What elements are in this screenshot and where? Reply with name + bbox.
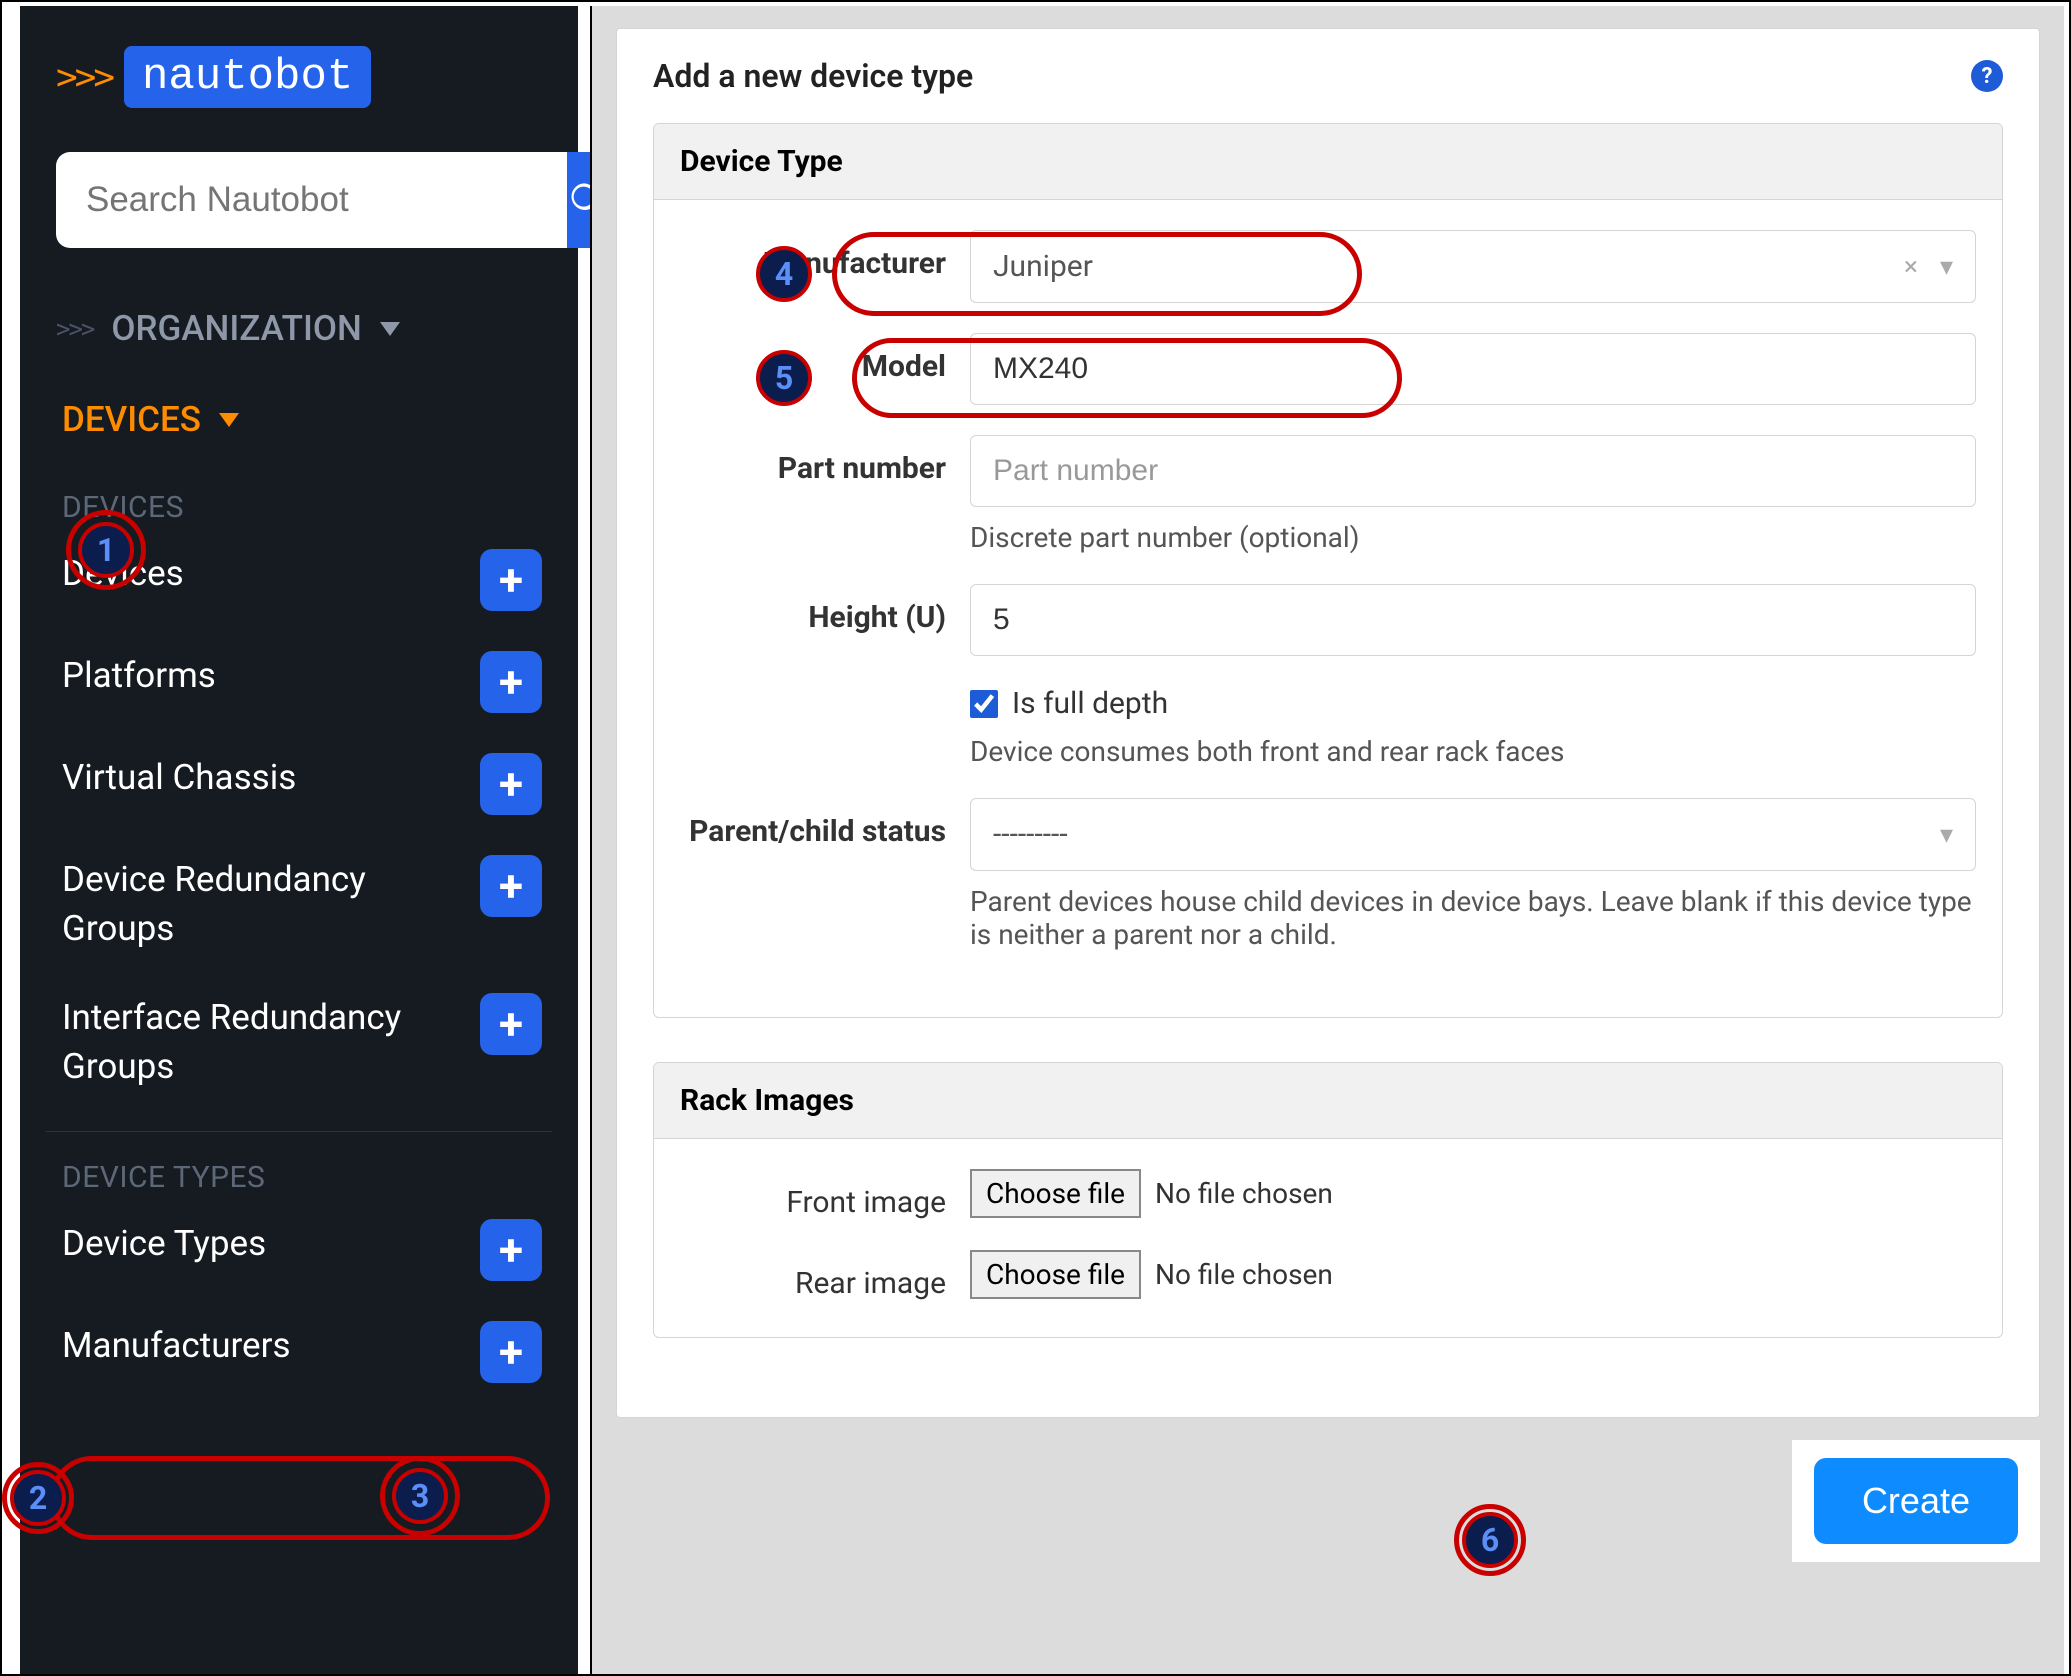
sidebar-item-interface-redundancy-groups[interactable]: Interface Redundancy Groups + xyxy=(62,993,542,1091)
panel-rack-images: Rack Images Front image Choose file No f… xyxy=(653,1062,2003,1338)
help-icon[interactable]: ? xyxy=(1971,60,2003,92)
sidebar-subheading-device-types: DEVICE TYPES xyxy=(62,1160,542,1195)
sidebar-item-label: Manufacturers xyxy=(62,1321,291,1370)
choose-file-button[interactable]: Choose file xyxy=(970,1169,1141,1218)
search-input[interactable] xyxy=(56,152,567,248)
select-value: --------- xyxy=(993,817,1068,852)
sidebar-item-device-redundancy-groups[interactable]: Device Redundancy Groups + xyxy=(62,855,542,953)
field-label: Front image xyxy=(680,1169,970,1220)
chevrons-icon: >>> xyxy=(56,315,93,343)
field-label: Part number xyxy=(680,435,970,486)
checkbox-label: Is full depth xyxy=(1012,686,1168,721)
caret-down-icon: ▾ xyxy=(1940,820,1953,850)
field-parent-child: Parent/child status --------- ▾ Parent d… xyxy=(680,798,1976,951)
nav-section-devices[interactable]: DEVICES xyxy=(62,399,542,440)
field-label xyxy=(680,686,970,702)
add-button[interactable]: + xyxy=(480,651,542,713)
annotation-ring-manufacturer xyxy=(832,232,1362,316)
sidebar-item-platforms[interactable]: Platforms + xyxy=(62,651,542,713)
panel-header: Device Type xyxy=(654,124,2002,200)
annotation-ring-devicetypes xyxy=(50,1456,550,1540)
add-button[interactable]: + xyxy=(480,549,542,611)
sidebar-item-label: Virtual Chassis xyxy=(62,753,296,802)
nav-section-label: DEVICES xyxy=(62,399,201,440)
nav-section-organization[interactable]: >>> ORGANIZATION xyxy=(56,308,542,349)
add-button[interactable]: + xyxy=(480,1321,542,1383)
field-front-image: Front image Choose file No file chosen xyxy=(680,1169,1976,1220)
field-label: Height (U) xyxy=(680,584,970,635)
sidebar-item-label: Platforms xyxy=(62,651,216,700)
form-actions: Create xyxy=(616,1440,2040,1562)
sidebar-item-manufacturers[interactable]: Manufacturers + xyxy=(62,1321,542,1383)
field-rear-image: Rear image Choose file No file chosen xyxy=(680,1250,1976,1301)
create-button[interactable]: Create xyxy=(1814,1458,2018,1544)
field-label: Parent/child status xyxy=(680,798,970,849)
sidebar-item-label: Interface Redundancy Groups xyxy=(62,993,412,1091)
file-status: No file chosen xyxy=(1155,1258,1333,1291)
sidebar-item-label: Device Types xyxy=(62,1219,266,1268)
field-part-number: Part number Discrete part number (option… xyxy=(680,435,1976,554)
part-number-input[interactable] xyxy=(970,435,1976,507)
annotation-callout-3: 3 xyxy=(392,1468,448,1524)
logo[interactable]: >>> nautobot xyxy=(56,46,542,108)
field-label: Rear image xyxy=(680,1250,970,1301)
field-height: Height (U) xyxy=(680,584,1976,656)
file-status: No file chosen xyxy=(1155,1177,1333,1210)
parent-child-select[interactable]: --------- ▾ xyxy=(970,798,1976,871)
add-button[interactable]: + xyxy=(480,1219,542,1281)
sidebar: >>> nautobot >>> ORGANIZATION DEVICES DE… xyxy=(20,6,578,1674)
add-button[interactable]: + xyxy=(480,753,542,815)
annotation-callout-4: 4 xyxy=(756,246,812,302)
panel-header: Rack Images xyxy=(654,1063,2002,1139)
nav-section-label: ORGANIZATION xyxy=(111,308,362,349)
sidebar-subheading-devices: DEVICES xyxy=(62,490,542,525)
add-button[interactable]: + xyxy=(480,993,542,1055)
annotation-callout-6: 6 xyxy=(1462,1512,1518,1568)
choose-file-button[interactable]: Choose file xyxy=(970,1250,1141,1299)
caret-down-icon: ▾ xyxy=(1940,252,1953,282)
logo-text: nautobot xyxy=(124,46,371,108)
annotation-ring-model xyxy=(852,338,1402,418)
caret-down-icon xyxy=(219,413,239,427)
field-full-depth: Is full depth Device consumes both front… xyxy=(680,686,1976,768)
clear-icon[interactable]: × xyxy=(1904,252,1918,282)
annotation-callout-2: 2 xyxy=(10,1470,66,1526)
sidebar-item-virtual-chassis[interactable]: Virtual Chassis + xyxy=(62,753,542,815)
help-text: Device consumes both front and rear rack… xyxy=(970,735,1976,768)
app-frame: >>> nautobot >>> ORGANIZATION DEVICES DE… xyxy=(0,0,2071,1676)
page-title: Add a new device type xyxy=(653,57,973,95)
sidebar-item-device-types[interactable]: Device Types + xyxy=(62,1219,542,1281)
height-input[interactable] xyxy=(970,584,1976,656)
annotation-callout-5: 5 xyxy=(756,350,812,406)
sidebar-divider xyxy=(46,1131,552,1132)
caret-down-icon xyxy=(380,322,400,336)
help-text: Discrete part number (optional) xyxy=(970,521,1976,554)
logo-chevrons-icon: >>> xyxy=(56,57,112,98)
add-button[interactable]: + xyxy=(480,855,542,917)
sidebar-item-label: Device Redundancy Groups xyxy=(62,855,412,953)
global-search xyxy=(56,152,542,248)
annotation-callout-1: 1 xyxy=(78,522,134,578)
help-text: Parent devices house child devices in de… xyxy=(970,885,1976,951)
full-depth-checkbox[interactable] xyxy=(970,690,998,718)
